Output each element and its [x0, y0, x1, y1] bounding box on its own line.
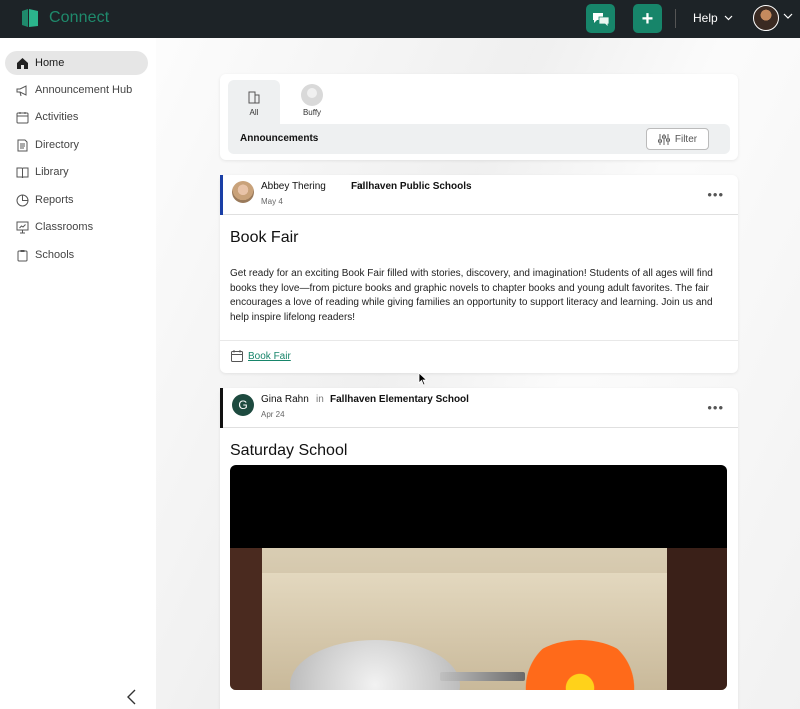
- sidebar-item-reports[interactable]: Reports: [5, 188, 148, 212]
- section-title: Announcements: [240, 133, 319, 144]
- sidebar-item-label: Reports: [35, 194, 74, 206]
- filter-label: Filter: [674, 133, 698, 145]
- create-button[interactable]: +: [633, 4, 662, 33]
- brand-name[interactable]: Connect: [49, 9, 109, 27]
- help-menu[interactable]: Help: [693, 11, 733, 25]
- avatar[interactable]: G: [232, 394, 254, 416]
- sidebar-item-label: Classrooms: [35, 221, 94, 233]
- sidebar-item-label: Library: [35, 166, 69, 178]
- more-options-icon[interactable]: •••: [707, 187, 724, 202]
- sidebar-item-label: Activities: [35, 111, 79, 123]
- sidebar-item-label: Home: [35, 57, 65, 69]
- avatar-letter: G: [238, 398, 248, 412]
- filter-button[interactable]: Filter: [646, 128, 709, 150]
- post-color-stripe: [220, 175, 223, 215]
- post-date: Apr 24: [261, 410, 285, 419]
- divider: [220, 340, 738, 341]
- sidebar-item-schools[interactable]: Schools: [5, 243, 148, 267]
- chat-bubbles-icon: [592, 12, 609, 27]
- post-header: G Gina Rahn in Fallhaven Elementary Scho…: [220, 388, 738, 428]
- sidebar-item-label: Directory: [35, 139, 80, 151]
- building-icon: [248, 91, 260, 104]
- sidebar-item-activities[interactable]: Activities: [5, 105, 148, 129]
- tab-label: Buffy: [302, 108, 322, 117]
- post-author[interactable]: Gina Rahn: [261, 394, 309, 405]
- book-icon: [16, 167, 29, 178]
- post-date: May 4: [261, 197, 283, 206]
- post-school[interactable]: Fallhaven Public Schools: [351, 181, 472, 192]
- video-frame-edge: [667, 548, 727, 690]
- tab-label: All: [249, 108, 259, 117]
- announcement-post: G Gina Rahn in Fallhaven Elementary Scho…: [220, 388, 738, 709]
- chevron-down-icon[interactable]: [783, 13, 793, 19]
- post-in-label: in: [316, 394, 324, 405]
- sliders-icon: [657, 133, 670, 145]
- user-avatar[interactable]: [753, 5, 779, 31]
- clipboard-icon: [17, 249, 28, 261]
- chevron-down-icon: [724, 15, 733, 21]
- sidebar-item-label: Schools: [35, 249, 75, 261]
- home-icon: [17, 57, 28, 69]
- video-frame-edge: [230, 548, 262, 690]
- post-color-stripe: [220, 388, 223, 428]
- sidebar-item-classrooms[interactable]: Classrooms: [5, 215, 148, 239]
- post-video[interactable]: [230, 465, 727, 690]
- top-bar: Connect + Help: [0, 0, 800, 38]
- video-frame-object: [440, 672, 525, 681]
- filter-bar: Announcements Filter: [228, 124, 730, 154]
- document-icon: [17, 139, 28, 151]
- event-link-text[interactable]: Book Fair: [248, 351, 291, 362]
- messages-button[interactable]: [586, 4, 615, 33]
- help-label: Help: [693, 11, 718, 25]
- mouse-cursor-icon: [418, 372, 428, 386]
- connect-logo-icon[interactable]: [19, 7, 41, 29]
- plus-icon: +: [641, 7, 654, 30]
- pie-chart-icon: [16, 194, 29, 206]
- presentation-icon: [16, 221, 29, 233]
- tab-all[interactable]: All: [228, 80, 280, 124]
- feed-filter-card: All Buffy Announcements Filter: [220, 74, 738, 160]
- calendar-icon: [231, 350, 243, 362]
- megaphone-icon: [16, 84, 27, 96]
- sidebar-item-label: Announcement Hub: [35, 84, 133, 96]
- post-body: Get ready for an exciting Book Fair fill…: [230, 268, 713, 323]
- post-header: Abbey Thering in Fallhaven Public School…: [220, 175, 738, 215]
- calendar-icon: [16, 111, 29, 123]
- sidebar: Home Announcement Hub Activities Directo…: [0, 38, 156, 709]
- post-school[interactable]: Fallhaven Elementary School: [330, 394, 469, 405]
- sidebar-item-home[interactable]: Home: [5, 51, 148, 75]
- event-link[interactable]: Book Fair: [231, 350, 291, 362]
- tab-buffy[interactable]: Buffy: [286, 80, 338, 124]
- sidebar-item-announcement-hub[interactable]: Announcement Hub: [5, 78, 148, 102]
- topbar-divider: [675, 9, 676, 28]
- more-options-icon[interactable]: •••: [707, 400, 724, 415]
- avatar: [301, 84, 323, 106]
- sidebar-item-directory[interactable]: Directory: [5, 133, 148, 157]
- announcement-post: Abbey Thering in Fallhaven Public School…: [220, 175, 738, 373]
- avatar[interactable]: [232, 181, 254, 203]
- post-title: Book Fair: [230, 229, 299, 246]
- collapse-sidebar-chevron-icon[interactable]: [125, 688, 139, 706]
- post-author[interactable]: Abbey Thering: [261, 181, 326, 192]
- sidebar-item-library[interactable]: Library: [5, 160, 148, 184]
- post-title: Saturday School: [230, 442, 348, 459]
